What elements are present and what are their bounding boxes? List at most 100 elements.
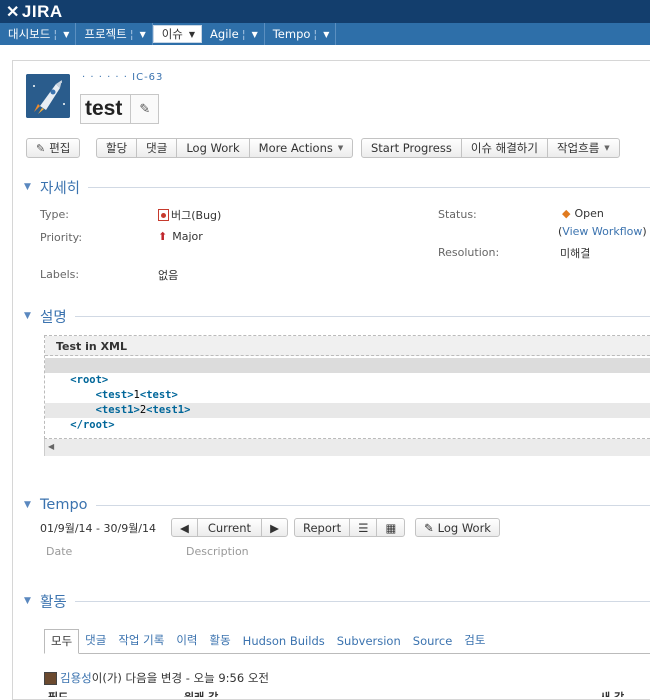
section-divider xyxy=(74,315,650,317)
jira-logo-text: JIRA xyxy=(21,1,63,21)
edit-label: 편집 xyxy=(49,141,71,155)
description-section-header[interactable]: ▼ 설명 xyxy=(24,307,650,326)
code-block: Test in XML <root> <test>1<test> <test1>… xyxy=(44,335,650,439)
nav-projects[interactable]: 프로젝트 ¦ ▼ xyxy=(76,23,153,45)
tab-all[interactable]: 모두 xyxy=(44,629,80,654)
resolve-issue-button[interactable]: 이슈 해결하기 xyxy=(462,139,548,157)
arrow-left-icon: ◀ xyxy=(180,520,189,535)
more-actions-button[interactable]: More Actions ▼ xyxy=(250,139,353,157)
pencil-icon: ✎ xyxy=(36,141,46,155)
nav-separator: ¦ xyxy=(241,27,246,41)
issue-breadcrumb[interactable]: · · · · · · IC-63 xyxy=(82,72,163,83)
activity-title: 활동 xyxy=(40,594,67,611)
user-avatar[interactable] xyxy=(44,671,57,685)
activity-entry-text: 이(가) 다음을 변경 - 오늘 9:56 오전 xyxy=(91,671,270,685)
tab-history[interactable]: 이력 xyxy=(170,632,203,653)
nav-tempo[interactable]: Tempo ¦ ▼ xyxy=(265,23,337,45)
tempo-col-date: Date xyxy=(46,545,73,558)
tab-subversion[interactable]: Subversion xyxy=(331,634,407,653)
main-nav: 대시보드 ¦ ▼ 프로젝트 ¦ ▼ 이슈 ▼ Agile ¦ ▼ Tempo ¦ ▼ xyxy=(0,23,650,45)
type-text: 버그(Bug) xyxy=(171,209,222,222)
twixi-down-icon: ▼ xyxy=(24,596,31,606)
tab-review[interactable]: 검토 xyxy=(458,632,491,653)
col-field: 필드 xyxy=(48,689,68,697)
edit-button[interactable]: ✎ 편집 xyxy=(27,139,79,157)
nav-label: 대시보드 xyxy=(8,27,51,41)
nav-separator: ¦ xyxy=(313,27,318,41)
code-line-highlighted: <test1>2<test1> xyxy=(45,403,650,418)
priority-label: Priority: xyxy=(40,231,83,244)
comment-button[interactable]: 댓글 xyxy=(137,139,178,157)
tempo-period-nav: ◀ Current ▶ xyxy=(171,518,288,537)
code-block-title: Test in XML xyxy=(45,336,650,356)
col-new-value: 새 값 xyxy=(600,689,624,697)
description-title: 설명 xyxy=(40,309,67,326)
code-body[interactable]: <root> <test>1<test> <test1>2<test1> </r… xyxy=(45,358,650,433)
jira-logo[interactable]: ✕ JIRA xyxy=(6,1,63,22)
nav-dashboards[interactable]: 대시보드 ¦ ▼ xyxy=(0,23,77,45)
tab-hudson-builds[interactable]: Hudson Builds xyxy=(237,634,331,653)
report-button[interactable]: Report xyxy=(295,519,351,536)
labels-label: Labels: xyxy=(40,268,80,281)
nav-agile[interactable]: Agile ¦ ▼ xyxy=(202,23,265,45)
current-period-button[interactable]: Current xyxy=(198,519,263,536)
tab-activity[interactable]: 활동 xyxy=(204,632,237,653)
tempo-log-work-label: Log Work xyxy=(437,520,491,535)
scroll-left-icon[interactable]: ◀ xyxy=(48,442,54,451)
details-section-header[interactable]: ▼ 자세히 xyxy=(24,178,650,197)
nav-label: Agile xyxy=(210,27,239,41)
nav-issues[interactable]: 이슈 ▼ xyxy=(152,25,203,43)
nav-label: 프로젝트 xyxy=(84,27,127,41)
nav-label: 이슈 xyxy=(161,27,183,41)
history-table-header: 필드 원래 값 새 값 xyxy=(44,689,650,697)
twixi-down-icon: ▼ xyxy=(24,500,31,510)
tempo-log-work-group: ✎ Log Work xyxy=(415,518,500,537)
chevron-down-icon: ▼ xyxy=(188,29,196,39)
code-line: <root> xyxy=(70,374,109,386)
priority-major-icon: ⬆ xyxy=(158,230,168,243)
grid-icon: ▦ xyxy=(385,520,397,535)
activity-user-link[interactable]: 김용성 xyxy=(60,670,92,686)
tab-comments[interactable]: 댓글 xyxy=(79,632,112,653)
actions-button-group: 할당 댓글 Log Work More Actions ▼ xyxy=(96,138,354,158)
section-divider xyxy=(88,186,650,188)
log-work-button[interactable]: Log Work xyxy=(177,139,250,157)
view-workflow-link[interactable]: View Workflow xyxy=(562,225,642,238)
assign-button[interactable]: 할당 xyxy=(97,139,138,157)
start-progress-button[interactable]: Start Progress xyxy=(362,139,462,157)
workflow-button[interactable]: 작업흐름 ▼ xyxy=(548,139,619,157)
rocket-icon xyxy=(26,74,70,118)
workflow-button-group: Start Progress 이슈 해결하기 작업흐름 ▼ xyxy=(361,138,620,158)
pencil-icon[interactable]: ✎ xyxy=(130,95,158,123)
activity-tabs: 모두 댓글 작업 기록 이력 활동 Hudson Builds Subversi… xyxy=(44,629,650,654)
type-value: 버그(Bug) xyxy=(158,207,221,223)
tab-source[interactable]: Source xyxy=(407,634,459,653)
more-actions-label: More Actions xyxy=(258,141,333,155)
twixi-down-icon: ▼ xyxy=(24,182,31,192)
status-value: ◆ Open xyxy=(562,207,604,220)
tab-work-log[interactable]: 작업 기록 xyxy=(112,632,170,653)
tempo-view-group: Report ☰ ▦ xyxy=(294,518,406,537)
tempo-log-work-button[interactable]: ✎ Log Work xyxy=(416,519,499,536)
top-header: ✕ JIRA xyxy=(0,0,650,23)
nav-label: Tempo xyxy=(272,27,311,41)
activity-section-header[interactable]: ▼ 활동 xyxy=(24,592,650,611)
chevron-down-icon: ▼ xyxy=(604,144,610,152)
activity-entry: 김용성 이(가) 다음을 변경 - 오늘 9:56 오전 xyxy=(44,670,269,686)
next-period-button[interactable]: ▶ xyxy=(262,519,287,536)
details-title: 자세히 xyxy=(40,180,81,197)
status-text: Open xyxy=(574,207,604,220)
nav-separator: ¦ xyxy=(129,27,134,41)
list-view-button[interactable]: ☰ xyxy=(350,519,378,536)
pencil-icon: ✎ xyxy=(424,520,434,535)
project-avatar[interactable] xyxy=(26,74,70,118)
priority-value: ⬆ Major xyxy=(158,230,203,243)
code-horizontal-scrollbar[interactable]: ◀ xyxy=(44,439,650,456)
issue-summary[interactable]: test xyxy=(81,97,130,121)
tempo-section-header[interactable]: ▼ Tempo xyxy=(24,496,650,514)
grid-view-button[interactable]: ▦ xyxy=(377,519,404,536)
priority-text: Major xyxy=(172,230,203,243)
previous-period-button[interactable]: ◀ xyxy=(172,519,198,536)
chevron-down-icon: ▼ xyxy=(337,144,344,152)
chevron-down-icon: ▼ xyxy=(139,29,146,39)
